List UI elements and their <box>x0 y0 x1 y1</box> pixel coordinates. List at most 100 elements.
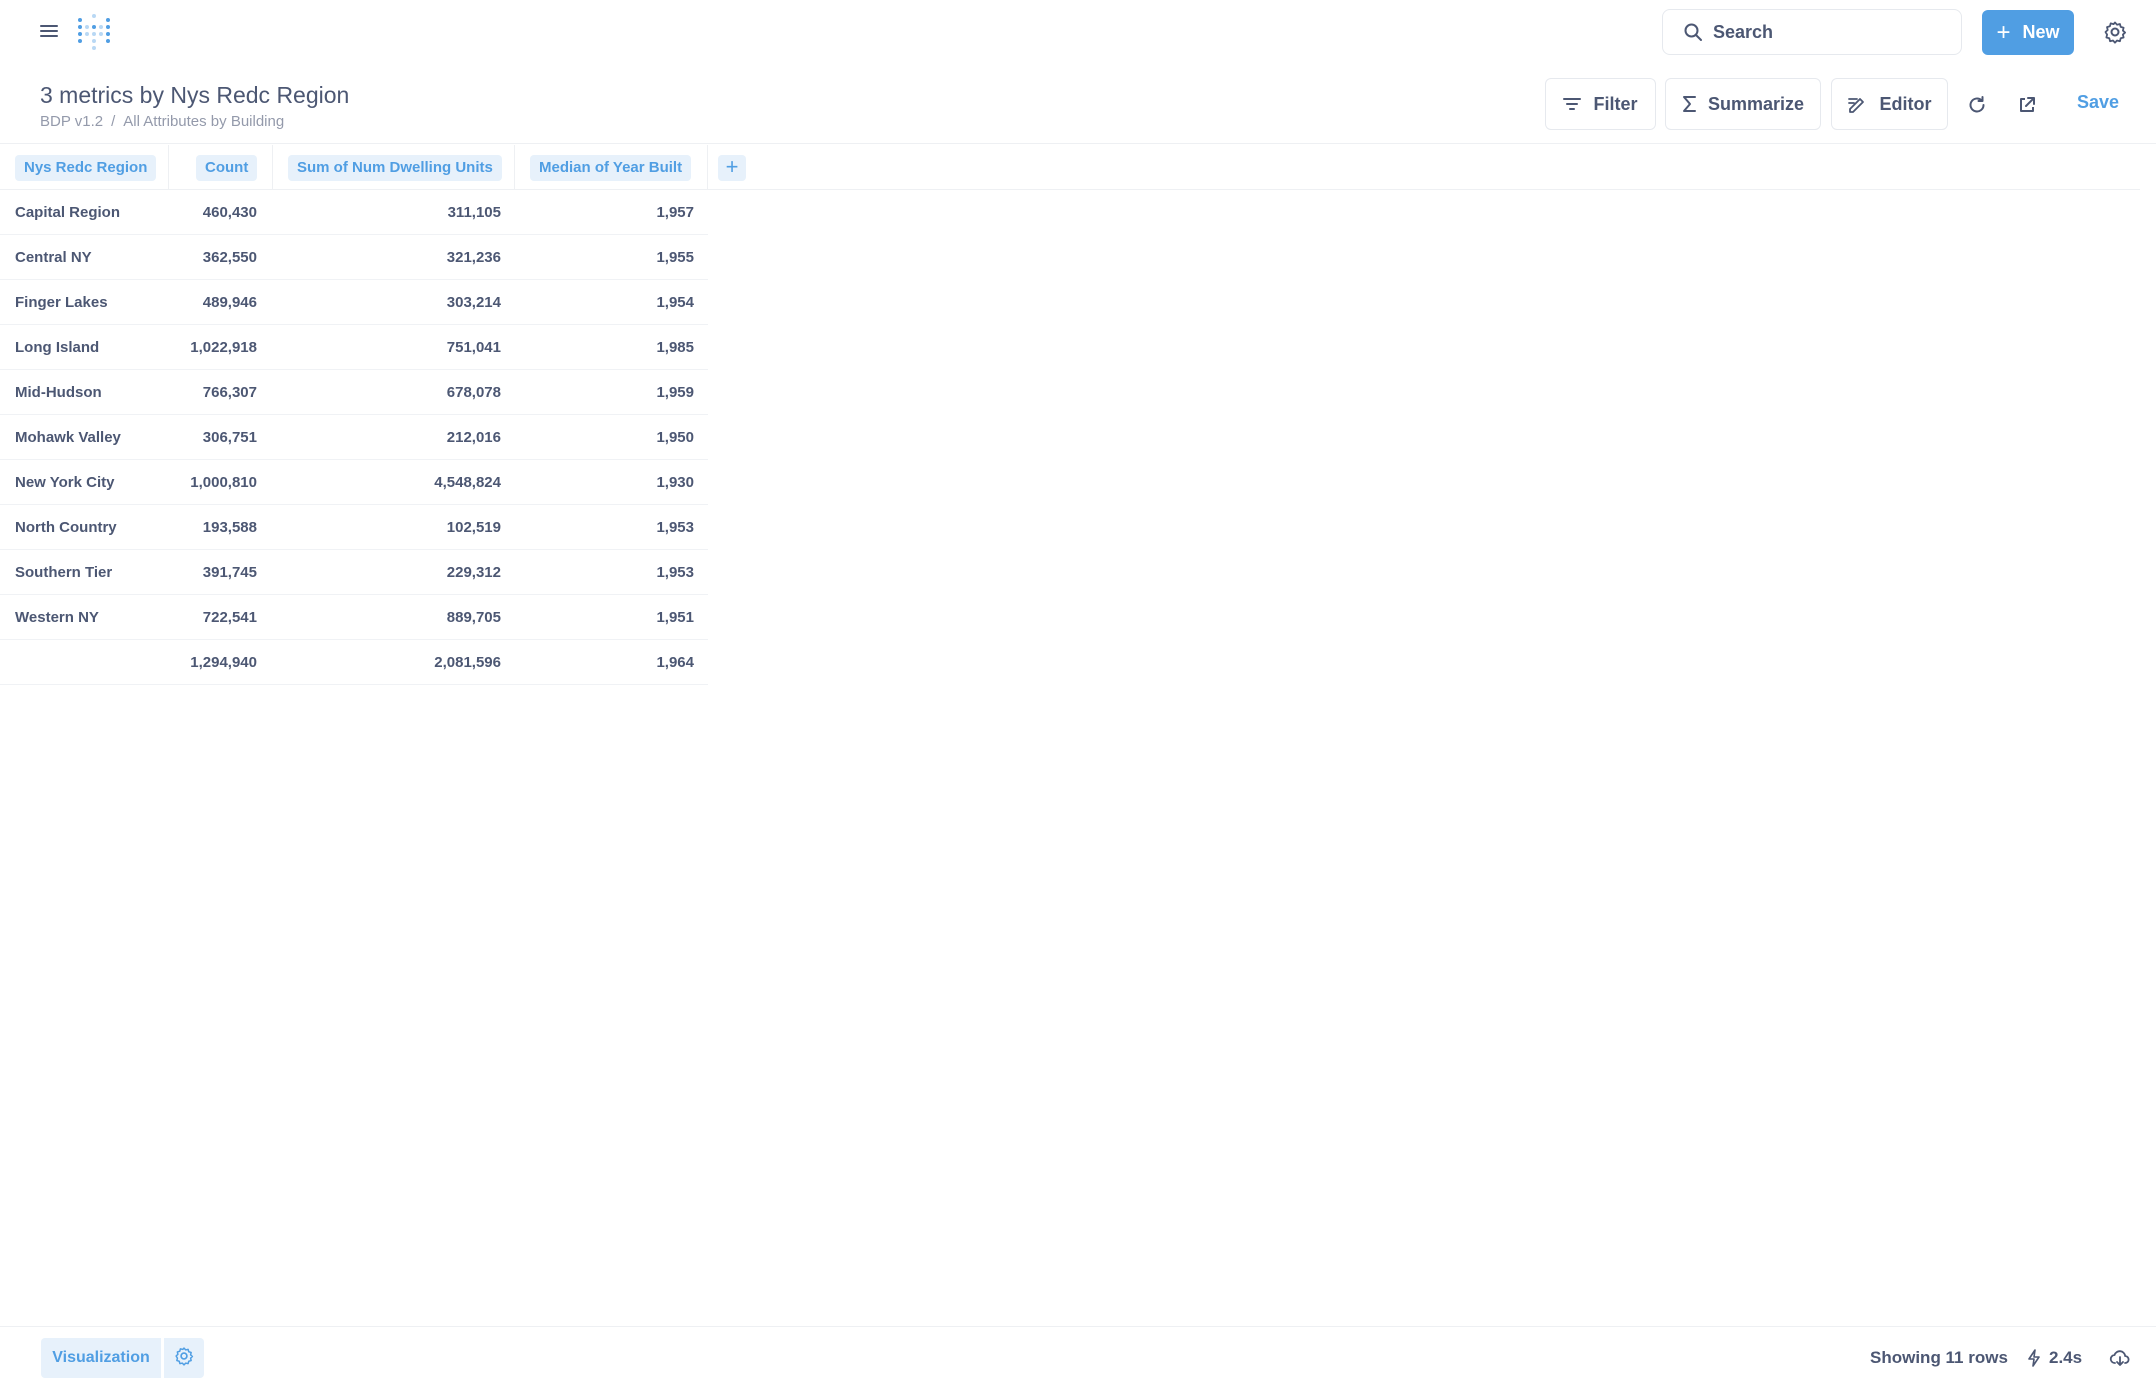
dwelling-units-cell[interactable]: 678,078 <box>273 370 501 415</box>
count-cell[interactable]: 1,294,940 <box>169 640 257 685</box>
filter-button[interactable]: Filter <box>1545 78 1656 130</box>
year-built-cell[interactable]: 1,957 <box>515 190 694 235</box>
year-built-cell[interactable]: 1,951 <box>515 595 694 640</box>
count-cell[interactable]: 1,000,810 <box>169 460 257 505</box>
count-cell[interactable]: 362,550 <box>169 235 257 280</box>
plus-icon: + <box>1996 18 2011 46</box>
count-cell[interactable]: 306,751 <box>169 415 257 460</box>
breadcrumb: BDP v1.2/All Attributes by Building <box>40 113 285 130</box>
dwelling-units-cell[interactable]: 303,214 <box>273 280 501 325</box>
year-built-cell[interactable]: 1,955 <box>515 235 694 280</box>
table-row: Finger Lakes 489,946 303,214 1,954 <box>0 280 708 325</box>
results-table: Nys Redc Region Count Sum of Num Dwellin… <box>0 145 2140 685</box>
sigma-icon <box>1682 95 1696 113</box>
region-cell[interactable]: New York City <box>15 460 114 505</box>
table-row: Central NY 362,550 321,236 1,955 <box>0 235 708 280</box>
column-header-label[interactable]: Sum of Num Dwelling Units <box>288 155 502 181</box>
dwelling-units-cell[interactable]: 889,705 <box>273 595 501 640</box>
timing-value: 2.4s <box>2049 1348 2083 1367</box>
region-cell[interactable]: Southern Tier <box>15 550 112 595</box>
breadcrumb-database[interactable]: BDP v1.2 <box>40 113 103 130</box>
editor-button[interactable]: Editor <box>1831 78 1948 130</box>
region-cell[interactable]: Mid-Hudson <box>15 370 102 415</box>
table-row: Mohawk Valley 306,751 212,016 1,950 <box>0 415 708 460</box>
count-cell[interactable]: 722,541 <box>169 595 257 640</box>
search-bar[interactable] <box>1662 9 1962 55</box>
year-built-cell[interactable]: 1,950 <box>515 415 694 460</box>
dwelling-units-cell[interactable]: 102,519 <box>273 505 501 550</box>
dwelling-units-cell[interactable]: 229,312 <box>273 550 501 595</box>
column-header-label[interactable]: Nys Redc Region <box>15 155 157 181</box>
page-title[interactable]: 3 metrics by Nys Redc Region <box>40 82 349 109</box>
new-button-label: New <box>2022 22 2060 42</box>
region-cell[interactable]: Western NY <box>15 595 99 640</box>
dwelling-units-cell[interactable]: 212,016 <box>273 415 501 460</box>
refresh-icon[interactable] <box>1967 95 1987 115</box>
bolt-icon <box>2027 1349 2041 1367</box>
search-input[interactable] <box>1713 21 1933 43</box>
column-header-year-built: Median of Year Built <box>515 145 708 190</box>
count-cell[interactable]: 460,430 <box>169 190 257 235</box>
table-body: Capital Region 460,430 311,105 1,957 Central… <box>0 190 2140 685</box>
breadcrumb-table[interactable]: All Attributes by Building <box>123 113 284 130</box>
count-cell[interactable]: 193,588 <box>169 505 257 550</box>
table-row: Southern Tier 391,745 229,312 1,953 <box>0 550 708 595</box>
year-built-cell[interactable]: 1,930 <box>515 460 694 505</box>
year-built-cell[interactable]: 1,954 <box>515 280 694 325</box>
add-column-button[interactable]: + <box>718 155 746 181</box>
region-cell[interactable]: Capital Region <box>15 190 120 235</box>
table-header: Nys Redc Region Count Sum of Num Dwellin… <box>0 145 2140 190</box>
question-header: 3 metrics by Nys Redc Region BDP v1.2/Al… <box>0 64 2156 144</box>
share-icon[interactable] <box>2017 95 2037 115</box>
count-cell[interactable]: 766,307 <box>169 370 257 415</box>
summarize-button[interactable]: Summarize <box>1665 78 1821 130</box>
year-built-cell[interactable]: 1,985 <box>515 325 694 370</box>
gear-icon <box>174 1346 194 1371</box>
new-button[interactable]: + New <box>1982 10 2074 55</box>
editor-icon <box>1847 95 1868 113</box>
visualization-button[interactable]: Visualization <box>41 1338 161 1378</box>
region-cell[interactable]: Central NY <box>15 235 92 280</box>
column-header-label[interactable]: Median of Year Built <box>530 155 692 181</box>
table-row: Capital Region 460,430 311,105 1,957 <box>0 190 708 235</box>
table-row: North Country 193,588 102,519 1,953 <box>0 505 708 550</box>
hamburger-menu-icon[interactable] <box>40 22 58 40</box>
column-header-region: Nys Redc Region <box>0 145 169 190</box>
region-cell[interactable]: Finger Lakes <box>15 280 108 325</box>
query-timing: 2.4s <box>2027 1348 2082 1368</box>
region-cell[interactable]: North Country <box>15 505 117 550</box>
year-built-cell[interactable]: 1,959 <box>515 370 694 415</box>
count-cell[interactable]: 1,022,918 <box>169 325 257 370</box>
dwelling-units-cell[interactable]: 321,236 <box>273 235 501 280</box>
region-cell[interactable]: Long Island <box>15 325 99 370</box>
table-row: New York City 1,000,810 4,548,824 1,930 <box>0 460 708 505</box>
count-cell[interactable]: 489,946 <box>169 280 257 325</box>
metabase-logo[interactable] <box>76 14 112 50</box>
count-cell[interactable]: 391,745 <box>169 550 257 595</box>
dwelling-units-cell[interactable]: 2,081,596 <box>273 640 501 685</box>
filter-icon <box>1563 97 1582 111</box>
editor-label: Editor <box>1879 93 1932 114</box>
year-built-cell[interactable]: 1,953 <box>515 505 694 550</box>
dwelling-units-cell[interactable]: 4,548,824 <box>273 460 501 505</box>
gear-icon[interactable] <box>2103 20 2127 44</box>
year-built-cell[interactable]: 1,953 <box>515 550 694 595</box>
search-icon <box>1683 22 1703 42</box>
totals-row: 1,294,940 2,081,596 1,964 <box>0 640 708 685</box>
filter-label: Filter <box>1593 93 1638 114</box>
table-row: Long Island 1,022,918 751,041 1,985 <box>0 325 708 370</box>
download-icon[interactable] <box>2109 1347 2131 1369</box>
dwelling-units-cell[interactable]: 311,105 <box>273 190 501 235</box>
region-cell[interactable]: Mohawk Valley <box>15 415 121 460</box>
table-row: Mid-Hudson 766,307 678,078 1,959 <box>0 370 708 415</box>
table-row: Western NY 722,541 889,705 1,951 <box>0 595 708 640</box>
visualization-settings-button[interactable] <box>164 1338 204 1378</box>
column-header-count: Count <box>169 145 273 190</box>
year-built-cell[interactable]: 1,964 <box>515 640 694 685</box>
row-count: Showing 11 rows <box>1870 1348 2008 1367</box>
column-header-label[interactable]: Count <box>196 155 258 181</box>
save-button[interactable]: Save <box>2077 92 2119 113</box>
top-nav: + New <box>0 0 2156 64</box>
dwelling-units-cell[interactable]: 751,041 <box>273 325 501 370</box>
summarize-label: Summarize <box>1707 93 1805 114</box>
